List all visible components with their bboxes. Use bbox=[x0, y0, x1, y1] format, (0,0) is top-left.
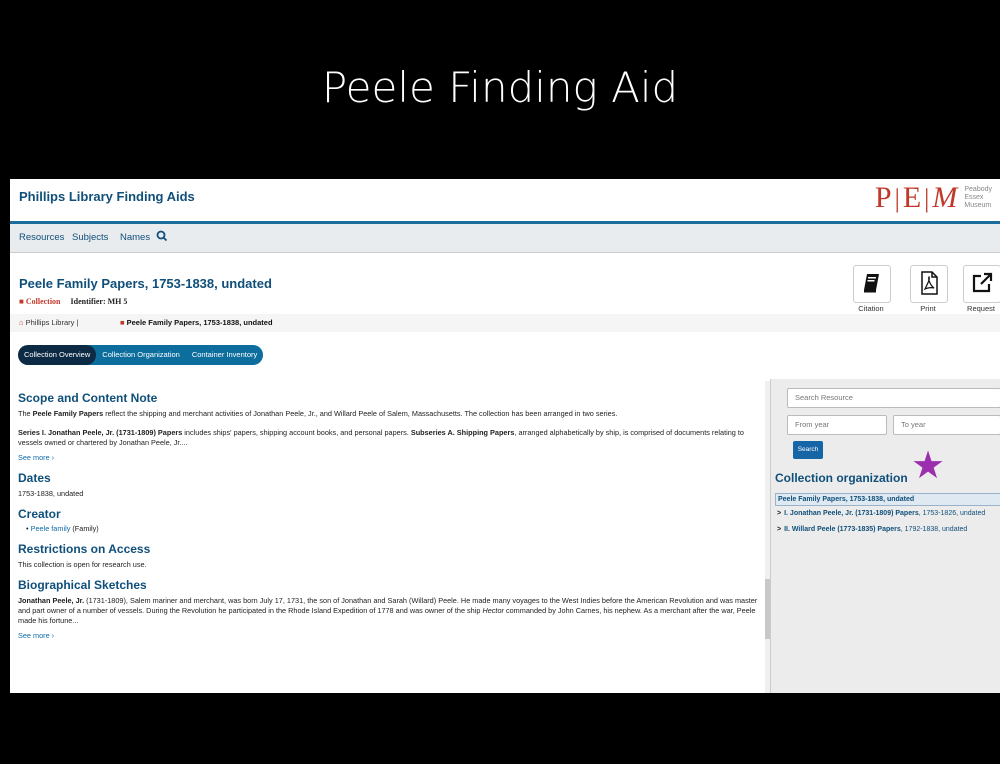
tab-collection-overview[interactable]: Collection Overview bbox=[18, 345, 97, 365]
breadcrumb: ⌂ Phillips Library | ■ Peele Family Pape… bbox=[10, 314, 1000, 332]
creator-item: • Peele family (Family) bbox=[26, 524, 99, 533]
record-meta: ■ Collection Identifier: MH 5 bbox=[19, 297, 127, 306]
sidebar: Search Resource From year To year Search… bbox=[770, 379, 1000, 693]
nav-names[interactable]: Names bbox=[120, 232, 150, 243]
record-identifier: Identifier: MH 5 bbox=[70, 297, 128, 306]
slide-title: Peele Finding Aid bbox=[321, 63, 679, 112]
star-icon: ★ bbox=[911, 445, 946, 487]
archive-box-icon: ■ bbox=[120, 318, 125, 327]
citation-button[interactable] bbox=[853, 265, 891, 303]
tab-collection-organization[interactable]: Collection Organization bbox=[96, 345, 186, 365]
print-label: Print bbox=[920, 304, 936, 313]
search-button[interactable]: Search bbox=[793, 441, 823, 459]
tab-container-inventory[interactable]: Container Inventory bbox=[186, 345, 263, 365]
collection-organization-heading: Collection organization bbox=[775, 471, 908, 485]
external-link-icon bbox=[970, 272, 994, 299]
nav-resources[interactable]: Resources bbox=[19, 232, 64, 243]
site-title[interactable]: Phillips Library Finding Aids bbox=[19, 189, 195, 204]
breadcrumb-repository[interactable]: Phillips Library bbox=[26, 318, 75, 327]
creator-heading: Creator bbox=[18, 507, 61, 521]
restrictions-heading: Restrictions on Access bbox=[18, 542, 151, 556]
scope-see-more-link[interactable]: See more › bbox=[18, 453, 54, 462]
breadcrumb-current: Peele Family Papers, 1753-1838, undated bbox=[126, 318, 273, 327]
citation-label: Citation bbox=[858, 304, 884, 313]
record-tabs: Collection Overview Collection Organizat… bbox=[18, 345, 264, 365]
bio-see-more-link[interactable]: See more › bbox=[18, 631, 54, 640]
scope-heading: Scope and Content Note bbox=[18, 391, 158, 405]
from-year-input[interactable]: From year bbox=[787, 415, 887, 435]
scope-paragraph-2: Series I. Jonathan Peele, Jr. (1731-1809… bbox=[18, 428, 744, 447]
record-content: Scope and Content Note The Peele Family … bbox=[18, 391, 763, 641]
home-icon: ⌂ bbox=[19, 318, 24, 327]
pem-logo-words: Peabody Essex Museum bbox=[964, 186, 992, 209]
site-header: Phillips Library Finding Aids P|E|M Peab… bbox=[10, 179, 1000, 224]
main-nav: Resources Subjects Names bbox=[10, 224, 1000, 253]
record-title: Peele Family Papers, 1753-1838, undated bbox=[19, 276, 272, 291]
tree-item-series-1[interactable]: > I. Jonathan Peele, Jr. (1731-1809) Pape… bbox=[777, 510, 985, 517]
pdf-icon bbox=[918, 271, 940, 299]
bio-paragraph: Jonathan Peele, Jr. (1731-1809), Salem m… bbox=[18, 596, 758, 625]
scope-paragraph-1: The Peele Family Papers reflect the ship… bbox=[18, 409, 618, 418]
dates-heading: Dates bbox=[18, 471, 51, 485]
chevron-right-icon: > bbox=[777, 526, 782, 533]
dates-value: 1753-1838, undated bbox=[18, 489, 84, 498]
chevron-right-icon: > bbox=[777, 510, 782, 517]
request-label: Request bbox=[967, 304, 995, 313]
search-icon[interactable] bbox=[156, 230, 168, 245]
collection-badge: ■ Collection bbox=[19, 297, 61, 306]
restrictions-text: This collection is open for research use… bbox=[18, 560, 147, 569]
tree-item-series-2[interactable]: > II. Willard Peele (1773-1835) Papers, 1… bbox=[777, 526, 967, 533]
pem-logo-letters: P|E|M bbox=[874, 181, 959, 214]
creator-link[interactable]: Peele family bbox=[31, 524, 71, 533]
search-resource-input[interactable]: Search Resource bbox=[787, 388, 1000, 408]
archive-box-icon: ■ bbox=[19, 297, 24, 306]
print-button[interactable] bbox=[910, 265, 948, 303]
book-icon bbox=[861, 274, 883, 299]
nav-subjects[interactable]: Subjects bbox=[72, 232, 108, 243]
pem-logo[interactable]: P|E|M Peabody Essex Museum bbox=[875, 181, 992, 215]
request-button[interactable] bbox=[963, 265, 1000, 303]
to-year-input[interactable]: To year bbox=[893, 415, 1000, 435]
bio-heading: Biographical Sketches bbox=[18, 578, 147, 592]
screenshot: Phillips Library Finding Aids P|E|M Peab… bbox=[10, 179, 1000, 693]
tree-root-item[interactable]: Peele Family Papers, 1753-1838, undated bbox=[775, 493, 1000, 506]
